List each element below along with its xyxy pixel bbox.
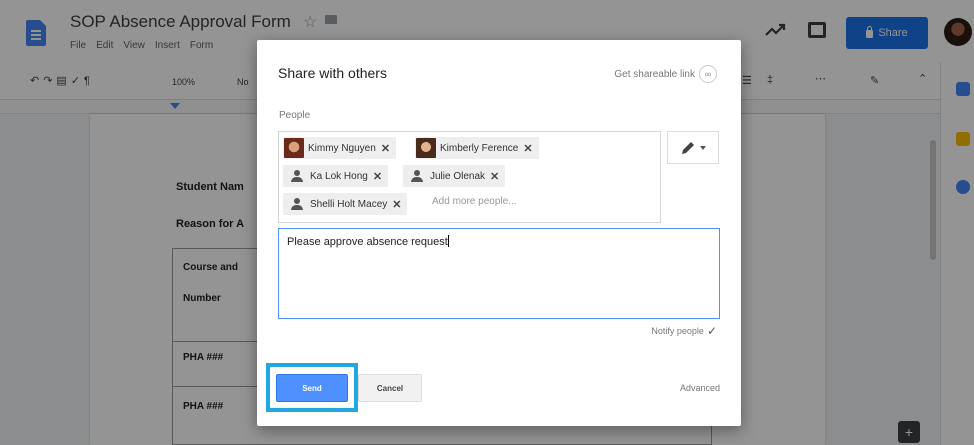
dialog-title: Share with others	[278, 65, 387, 81]
notify-people-label: Notify people	[651, 326, 704, 336]
chip-name: Kimberly Ference	[440, 142, 519, 154]
chip-name: Kimmy Nguyen	[308, 142, 376, 154]
notify-people-checkbox[interactable]: Notify people ✓	[651, 324, 717, 338]
people-label: People	[279, 110, 311, 121]
link-icon: ∞	[699, 65, 717, 83]
chip-name: Shelli Holt Macey	[310, 198, 388, 210]
share-dialog: Share with others Get shareable link ∞ P…	[257, 40, 741, 426]
add-more-people-placeholder[interactable]: Add more people...	[432, 196, 517, 207]
remove-icon[interactable]: ✕	[490, 170, 499, 183]
person-icon	[291, 198, 303, 210]
person-chip[interactable]: Ka Lok Hong ✕	[283, 165, 389, 187]
person-chip[interactable]: Julie Olenak ✕	[403, 165, 506, 187]
avatar	[416, 138, 436, 158]
avatar	[284, 138, 304, 158]
pencil-icon	[682, 141, 694, 154]
get-shareable-link-label: Get shareable link	[614, 68, 695, 80]
person-chip[interactable]: Shelli Holt Macey ✕	[283, 193, 408, 215]
cancel-button[interactable]: Cancel	[358, 374, 422, 402]
checkmark-icon: ✓	[706, 324, 717, 338]
remove-icon[interactable]: ✕	[381, 142, 390, 155]
remove-icon[interactable]: ✕	[373, 170, 382, 183]
person-chip[interactable]: Kimberly Ference ✕	[415, 137, 539, 159]
remove-icon[interactable]: ✕	[392, 198, 401, 211]
chip-name: Ka Lok Hong	[310, 170, 368, 182]
chevron-down-icon	[700, 145, 706, 150]
people-input[interactable]: Kimmy Nguyen ✕ Kimberly Ference ✕ Ka Lok…	[278, 131, 661, 223]
person-chip[interactable]: Kimmy Nguyen ✕	[283, 137, 397, 159]
advanced-link[interactable]: Advanced	[680, 383, 720, 393]
message-field[interactable]: Please approve absence request	[278, 228, 720, 319]
person-icon	[291, 170, 303, 182]
remove-icon[interactable]: ✕	[523, 142, 532, 155]
send-button[interactable]: Send	[276, 374, 348, 402]
person-icon	[411, 170, 423, 182]
permission-dropdown[interactable]	[667, 131, 719, 164]
chip-name: Julie Olenak	[430, 170, 486, 182]
get-shareable-link[interactable]: Get shareable link ∞	[614, 65, 717, 83]
message-text: Please approve absence request	[287, 236, 448, 248]
text-cursor	[447, 235, 449, 247]
